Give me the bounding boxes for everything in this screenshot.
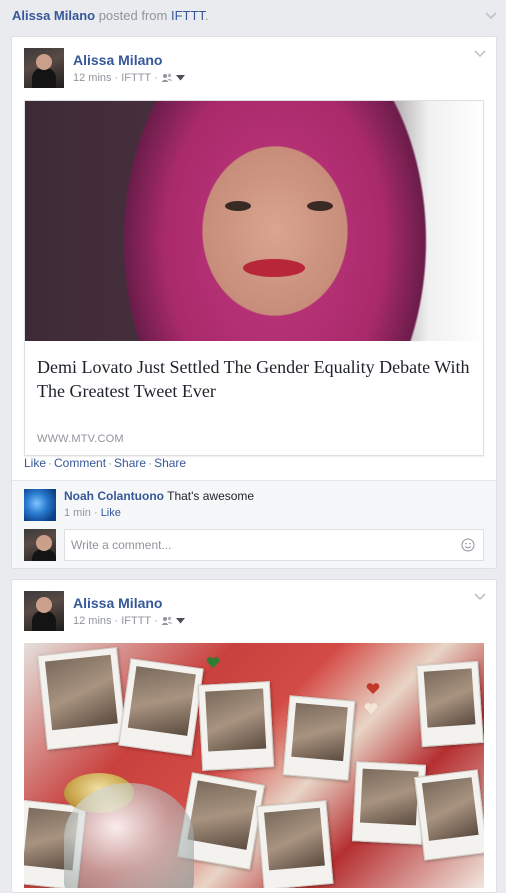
friends-icon[interactable]	[161, 616, 173, 626]
story-actor-link[interactable]: Alissa Milano	[12, 8, 95, 23]
post-actions: Like · Comment · Share · Share	[24, 456, 186, 470]
heart-icon	[206, 657, 220, 668]
heart-icon	[366, 683, 380, 694]
audience-dropdown-icon[interactable]	[175, 75, 185, 81]
post-photo[interactable]	[24, 643, 484, 888]
author-avatar[interactable]	[24, 591, 64, 631]
heart-icon	[364, 703, 378, 714]
author-name-link[interactable]: Alissa Milano	[73, 52, 162, 68]
photo-detail	[225, 201, 251, 211]
post-timestamp[interactable]: 12 mins	[73, 615, 112, 627]
commenter-avatar[interactable]	[24, 489, 56, 521]
current-user-avatar	[24, 529, 56, 561]
photo-detail	[351, 761, 427, 845]
audience-dropdown-icon[interactable]	[175, 618, 185, 624]
share-link[interactable]: Share	[114, 456, 146, 470]
photo-detail	[282, 695, 356, 781]
share-link-2[interactable]: Share	[154, 456, 186, 470]
friends-icon[interactable]	[161, 73, 173, 83]
smiley-icon[interactable]	[461, 538, 475, 552]
photo-detail	[197, 681, 275, 771]
post-meta: 12 mins · IFTTT ·	[73, 72, 185, 84]
action-separator: ·	[148, 456, 153, 470]
photo-detail	[307, 201, 333, 211]
meta-separator: ·	[154, 72, 158, 84]
comment-timestamp[interactable]: 1 min	[64, 507, 91, 519]
photo-detail	[64, 783, 194, 888]
meta-separator: ·	[154, 615, 158, 627]
post-via[interactable]: IFTTT	[121, 615, 151, 627]
post-card-1: Alissa Milano 12 mins · IFTTT · Demi Lov…	[11, 36, 497, 569]
link-domain: WWW.MTV.COM	[37, 433, 124, 445]
action-separator: ·	[108, 456, 113, 470]
photo-detail	[118, 658, 204, 756]
post-card-2: Alissa Milano 12 mins · IFTTT ·	[11, 579, 497, 893]
comment-link[interactable]: Comment	[54, 456, 106, 470]
link-preview[interactable]: Demi Lovato Just Settled The Gender Equa…	[24, 100, 484, 456]
link-title[interactable]: Demi Lovato Just Settled The Gender Equa…	[25, 341, 483, 409]
photo-detail	[37, 647, 127, 750]
post-options-chevron-icon[interactable]	[472, 588, 488, 604]
commenter-name-link[interactable]: Noah Colantuono	[64, 489, 164, 503]
post-meta: 12 mins · IFTTT ·	[73, 615, 185, 627]
comment-input[interactable]: Write a comment...	[64, 529, 484, 561]
post-via[interactable]: IFTTT	[121, 72, 151, 84]
comments-section: Noah Colantuono That's awesome 1 min · L…	[12, 480, 496, 568]
comment-meta: 1 min · Like	[64, 507, 121, 519]
action-separator: ·	[48, 456, 53, 470]
story-posted-from: posted from	[98, 8, 168, 23]
comment-input-placeholder: Write a comment...	[71, 538, 172, 552]
comment-text: That's awesome	[167, 489, 255, 503]
photo-detail	[416, 660, 484, 748]
story-header: Alissa Milano posted from IFTTT.	[0, 0, 506, 34]
story-options-chevron-icon[interactable]	[483, 7, 499, 23]
comment-body: Noah Colantuono That's awesome	[64, 489, 254, 503]
author-name-link[interactable]: Alissa Milano	[73, 595, 162, 611]
meta-separator: ·	[114, 72, 119, 84]
story-source-link[interactable]: IFTTT	[171, 8, 205, 23]
photo-detail	[243, 259, 305, 277]
like-link[interactable]: Like	[24, 456, 46, 470]
meta-separator: ·	[114, 615, 119, 627]
post-options-chevron-icon[interactable]	[472, 45, 488, 61]
link-preview-image[interactable]	[25, 101, 483, 341]
comment-like-link[interactable]: Like	[101, 507, 121, 519]
photo-detail	[414, 769, 484, 861]
author-avatar[interactable]	[24, 48, 64, 88]
post-timestamp[interactable]: 12 mins	[73, 72, 112, 84]
photo-detail	[256, 800, 334, 888]
story-period: .	[204, 8, 209, 23]
